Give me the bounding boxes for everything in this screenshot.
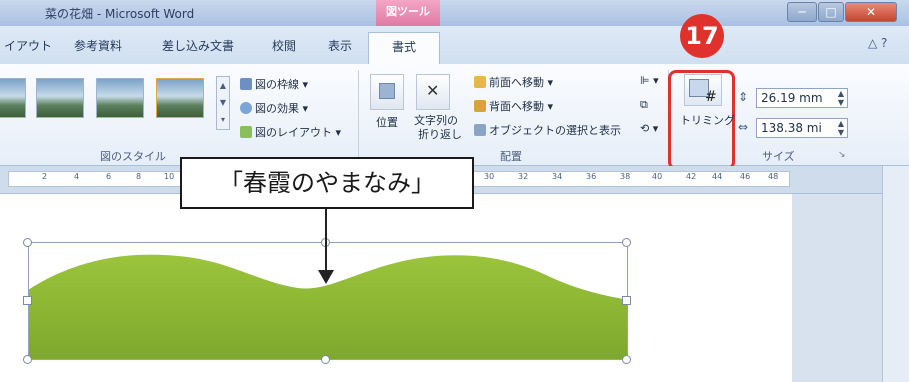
ruler-tick: 44 <box>712 172 723 181</box>
ruler-tick: 6 <box>106 172 112 181</box>
position-icon <box>379 83 395 99</box>
ruler-tick: 40 <box>652 172 663 181</box>
picture-layout-button[interactable]: 図のレイアウト ▾ <box>240 124 341 140</box>
mountain-shape-picture[interactable] <box>28 242 628 360</box>
group-label-arrange: 配置 <box>500 150 522 163</box>
ruler-tick: 46 <box>740 172 751 181</box>
tab-format[interactable]: 書式 <box>368 32 440 64</box>
ruler-tick: 8 <box>136 172 142 181</box>
tab-mailings[interactable]: 差し込み文書 <box>162 37 234 54</box>
height-stepper[interactable]: ▲ ▼ <box>838 89 844 107</box>
bring-forward-icon <box>474 76 486 88</box>
ruler-tick: 34 <box>552 172 563 181</box>
width-field[interactable]: 138.38 mi ▲ ▼ <box>756 118 848 138</box>
title-bar: 菜の花畑 - Microsoft Word 図ツール ─ □ ✕ <box>0 0 909 26</box>
window-title: 菜の花畑 - Microsoft Word <box>45 7 195 21</box>
wrap-text-icon: ✕ <box>426 81 440 100</box>
picture-tools-context-tab: 図ツール <box>376 0 440 26</box>
ruler-tick: 38 <box>620 172 631 181</box>
ruler-tick: 48 <box>768 172 779 181</box>
style-thumbnail[interactable] <box>0 78 26 118</box>
style-thumbnail[interactable] <box>96 78 144 118</box>
rotate-icon: ⟲ <box>640 122 650 135</box>
ruler-tick: 4 <box>74 172 80 181</box>
resize-handle[interactable] <box>321 355 330 364</box>
style-thumbnail[interactable] <box>156 78 204 118</box>
width-icon: ⇔ <box>738 120 749 134</box>
ruler-tick: 36 <box>586 172 597 181</box>
selection-pane-button[interactable]: オブジェクトの選択と表示 <box>474 122 621 138</box>
group-button[interactable]: ⧉ <box>640 98 648 112</box>
border-icon <box>240 78 252 90</box>
resize-handle[interactable] <box>23 296 32 305</box>
group-icon: ⧉ <box>640 98 648 111</box>
ruler-tick: 42 <box>686 172 697 181</box>
ruler-tick: 10 <box>164 172 175 181</box>
align-icon: ⊫ <box>640 74 650 87</box>
resize-handle[interactable] <box>622 238 631 247</box>
ribbon-tab-row: イアウト 参考資料 差し込み文書 校閲 表示 書式 <box>0 26 909 64</box>
bring-forward-button[interactable]: 前面へ移動 ▾ <box>474 74 553 90</box>
more-icon[interactable]: ▾ <box>217 111 229 128</box>
picture-effects-button[interactable]: 図の効果 ▾ <box>240 100 308 116</box>
position-label: 位置 <box>376 116 398 129</box>
position-button[interactable] <box>370 74 404 110</box>
group-label-size: サイズ <box>762 150 795 163</box>
resize-handle[interactable] <box>622 355 631 364</box>
gallery-scroll[interactable]: ▲ ▼ ▾ <box>216 76 230 130</box>
tab-layout[interactable]: イアウト <box>4 37 52 54</box>
height-field[interactable]: 26.19 mm ▲ ▼ <box>756 88 848 108</box>
ribbon: ▲ ▼ ▾ 図の枠線 ▾ 図の効果 ▾ 図のレイアウト ▾ 図のスタイル 位置 … <box>0 64 909 170</box>
send-backward-icon <box>474 100 486 112</box>
align-button[interactable]: ⊫ ▾ <box>640 74 659 87</box>
minimize-button[interactable]: ─ <box>787 2 817 22</box>
picture-border-button[interactable]: 図の枠線 ▾ <box>240 76 308 92</box>
annotation-arrow-head <box>318 270 334 284</box>
maximize-button[interactable]: □ <box>818 2 844 22</box>
wrap-text-button[interactable]: ✕ <box>416 74 450 110</box>
vertical-scrollbar[interactable] <box>882 166 909 382</box>
tab-references[interactable]: 参考資料 <box>74 37 122 54</box>
layout-icon <box>240 126 252 138</box>
tab-view[interactable]: 表示 <box>328 37 352 54</box>
selection-pane-icon <box>474 124 486 136</box>
ruler-tick: 30 <box>484 172 495 181</box>
group-label-picture-styles: 図のスタイル <box>100 150 166 163</box>
close-button[interactable]: ✕ <box>845 2 897 22</box>
chevron-down-icon[interactable]: ▼ <box>217 94 229 111</box>
width-stepper[interactable]: ▲ ▼ <box>838 119 844 137</box>
wrap-text-label-2: 折り返し <box>418 128 462 141</box>
chevron-up-icon[interactable]: ▲ <box>217 77 229 94</box>
crop-label: トリミング <box>680 114 735 127</box>
step-number-badge: 17 <box>680 14 724 58</box>
dialog-launcher-icon[interactable]: ↘ <box>838 150 846 160</box>
resize-handle[interactable] <box>23 238 32 247</box>
annotation-label: 「春霞のやまなみ」 <box>180 157 474 209</box>
send-backward-button[interactable]: 背面へ移動 ▾ <box>474 98 553 114</box>
tab-review[interactable]: 校閲 <box>272 37 296 54</box>
help-icon[interactable]: △ ? <box>868 36 887 50</box>
ruler-tick: 32 <box>518 172 529 181</box>
group-divider <box>358 70 359 160</box>
rotate-button[interactable]: ⟲ ▾ <box>640 122 658 135</box>
style-thumbnail[interactable] <box>36 78 84 118</box>
height-icon: ⇕ <box>738 90 749 104</box>
crop-button[interactable]: # <box>684 74 722 106</box>
effects-icon <box>240 102 252 114</box>
resize-handle[interactable] <box>622 296 631 305</box>
annotation-arrow <box>325 209 327 273</box>
resize-handle[interactable] <box>23 355 32 364</box>
ruler-tick: 2 <box>42 172 48 181</box>
